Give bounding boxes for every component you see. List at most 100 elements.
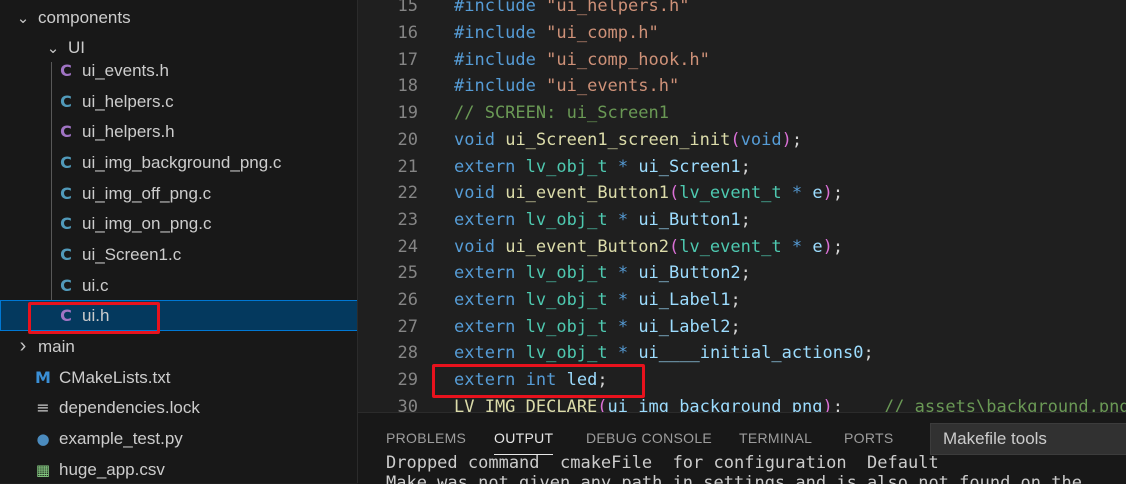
code-line[interactable]: 22 void ui_event_Button1(lv_event_t * e); — [358, 180, 1126, 207]
code-text: #include "ui_comp_hook.h" — [454, 49, 710, 70]
tree-item-label: huge_app.csv — [59, 459, 165, 479]
line-number: 27 — [397, 316, 418, 337]
code-text: extern lv_obj_t * ui_Button1; — [454, 209, 751, 230]
c-file-icon: C — [60, 276, 72, 295]
code-line[interactable]: 24 void ui_event_Button2(lv_event_t * e); — [358, 233, 1126, 260]
highlight-box-ui-h — [28, 302, 160, 334]
tree-item-label: ui_helpers.c — [82, 91, 174, 111]
code-line[interactable]: 19 // SCREEN: ui_Screen1 — [358, 100, 1126, 127]
tree-file[interactable]: Cui_Screen1.c — [0, 239, 357, 270]
tree-item-label: dependencies.lock — [59, 397, 200, 417]
code-line[interactable]: 27 extern lv_obj_t * ui_Label2; — [358, 313, 1126, 340]
c-file-icon: C — [60, 245, 72, 264]
code-line[interactable]: 26 extern lv_obj_t * ui_Label1; — [358, 287, 1126, 314]
csv-icon: ▦ — [35, 460, 51, 479]
tree-item-label: ui_img_background_png.c — [82, 152, 282, 172]
tree-file[interactable]: Cui_helpers.c — [0, 86, 357, 117]
line-number: 18 — [397, 76, 418, 97]
line-number: 24 — [397, 236, 418, 257]
line-number: 19 — [397, 103, 418, 124]
c-file-icon: C — [60, 214, 72, 233]
c-file-icon: C — [60, 153, 72, 172]
chevron-down-icon: ⌄ — [16, 9, 30, 27]
code-text: void ui_Screen1_screen_init(void); — [454, 129, 803, 150]
code-line[interactable]: 25 extern lv_obj_t * ui_Button2; — [358, 260, 1126, 287]
chevron-right-icon: › — [19, 335, 27, 357]
explorer-sidebar: ⌄ components ⌄ UI Cui_events.h Cui_helpers.c C… — [0, 0, 358, 483]
line-number: 20 — [397, 129, 418, 150]
tree-item-label: ui_img_off_png.c — [82, 183, 212, 203]
highlight-box-extern-led — [432, 364, 645, 398]
line-number: 29 — [397, 370, 418, 391]
tree-file[interactable]: Cui_img_off_png.c — [0, 178, 357, 209]
line-number: 16 — [397, 23, 418, 44]
code-line[interactable]: 28 extern lv_obj_t * ui____initial_action… — [358, 340, 1126, 367]
tree-item-label: ui_helpers.h — [82, 121, 175, 141]
line-number: 15 — [397, 0, 418, 17]
code-line[interactable]: 21 extern lv_obj_t * ui_Screen1; — [358, 153, 1126, 180]
tree-file[interactable]: ▦ huge_app.csv — [0, 454, 357, 483]
tree-item-label: main — [38, 336, 75, 356]
code-text: extern lv_obj_t * ui_Button2; — [454, 263, 751, 284]
tree-file[interactable]: Cui_helpers.h — [0, 116, 357, 147]
code-line[interactable]: 23 extern lv_obj_t * ui_Button1; — [358, 207, 1126, 234]
code-text: extern lv_obj_t * ui_Screen1; — [454, 156, 751, 177]
panel-tab-ports[interactable]: PORTS — [844, 430, 893, 446]
tree-item-label: ui_events.h — [82, 60, 169, 80]
line-number: 30 — [397, 396, 418, 412]
tree-item-label: CMakeLists.txt — [59, 367, 171, 387]
tree-file[interactable]: ≡ dependencies.lock — [0, 392, 357, 423]
bottom-panel: PROBLEMS OUTPUT DEBUG CONSOLE TERMINAL PORTS… — [358, 412, 1126, 484]
code-text: extern lv_obj_t * ui_Label2; — [454, 316, 741, 337]
output-line: Make was not given any path in settings … — [386, 473, 1082, 484]
lines-icon: ≡ — [36, 398, 50, 417]
output-channel-select[interactable]: Makefile tools — [930, 423, 1126, 455]
code-line[interactable]: 18 #include "ui_events.h" — [358, 73, 1126, 100]
tree-item-label: ui_Screen1.c — [82, 244, 182, 264]
panel-tab-terminal[interactable]: TERMINAL — [739, 430, 812, 446]
tree-file[interactable]: Cui.c — [0, 270, 357, 301]
c-file-icon: C — [60, 184, 72, 203]
line-number: 17 — [397, 49, 418, 70]
code-line[interactable]: 15 #include "ui_helpers.h" — [358, 0, 1126, 20]
code-text: extern lv_obj_t * ui_Label1; — [454, 290, 741, 311]
line-number: 28 — [397, 343, 418, 364]
python-icon: ● — [36, 429, 50, 448]
tree-file[interactable]: ● example_test.py — [0, 423, 357, 454]
code-text: // SCREEN: ui_Screen1 — [454, 103, 669, 124]
panel-tab-problems[interactable]: PROBLEMS — [386, 430, 466, 446]
tree-folder[interactable]: ⌄ components — [0, 2, 357, 33]
code-line[interactable]: 17 #include "ui_comp_hook.h" — [358, 46, 1126, 73]
c-header-icon: C — [60, 122, 72, 141]
code-text: #include "ui_helpers.h" — [454, 0, 690, 17]
c-header-icon: C — [60, 61, 72, 80]
code-text: #include "ui_events.h" — [454, 76, 680, 97]
code-text: #include "ui_comp.h" — [454, 23, 659, 44]
tree-item-label: ui_img_on_png.c — [82, 213, 212, 233]
output-line: Dropped command cmakeFile for configurat… — [386, 453, 939, 473]
line-number: 22 — [397, 183, 418, 204]
tree-item-label: example_test.py — [59, 428, 183, 448]
code-text: void ui_event_Button2(lv_event_t * e); — [454, 236, 844, 257]
code-line[interactable]: 20 void ui_Screen1_screen_init(void); — [358, 127, 1126, 154]
tree-file[interactable]: Cui_img_background_png.c — [0, 147, 357, 178]
output-channel-label: Makefile tools — [943, 429, 1047, 448]
chevron-down-icon: ⌄ — [46, 39, 60, 57]
code-text: LV_IMG_DECLARE(ui_img_background_png); /… — [454, 396, 1126, 412]
tree-item-label: components — [38, 7, 131, 27]
line-number: 21 — [397, 156, 418, 177]
panel-tab-debug-console[interactable]: DEBUG CONSOLE — [586, 430, 712, 446]
panel-tab-output[interactable]: OUTPUT — [494, 430, 554, 455]
code-text: void ui_event_Button1(lv_event_t * e); — [454, 183, 844, 204]
line-number: 23 — [397, 209, 418, 230]
tree-folder[interactable]: › main — [0, 331, 357, 362]
code-line[interactable]: 16 #include "ui_comp.h" — [358, 20, 1126, 47]
tree-file[interactable]: Cui_img_on_png.c — [0, 208, 357, 239]
code-editor[interactable]: 15 #include "ui_helpers.h" 16 #include "ui_… — [358, 0, 1126, 412]
c-file-icon: C — [60, 92, 72, 111]
tree-file[interactable]: Cui_events.h — [0, 55, 357, 86]
line-number: 25 — [397, 263, 418, 284]
tree-file[interactable]: M CMakeLists.txt — [0, 362, 357, 393]
line-number: 26 — [397, 290, 418, 311]
tree-item-label: ui.c — [82, 275, 109, 295]
